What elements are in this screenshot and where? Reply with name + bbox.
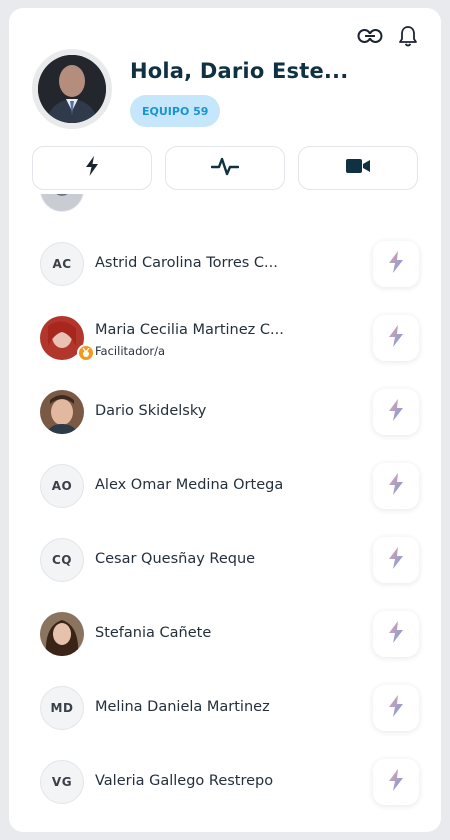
member-role: Facilitador/a [95,344,166,358]
bolt-action-button[interactable] [373,759,419,805]
avatar [40,390,84,434]
bolt-action-button[interactable] [373,241,419,287]
tab-bar [32,146,418,190]
avatar [40,194,84,212]
member-name: Astrid Carolina Torres C... [95,255,278,271]
team-badge: EQUIPO 59 [130,95,221,127]
bolt-action-button[interactable] [373,611,419,657]
bolt-action-button[interactable] [373,315,419,361]
top-actions [357,24,421,48]
bolt-action-button[interactable] [373,389,419,435]
member-name: Valeria Gallego Restrepo [95,773,274,789]
tab-video[interactable] [298,146,418,190]
list-item[interactable]: CQ Cesar Quesñay Reque [9,530,441,590]
bolt-icon [388,769,404,795]
avatar: CQ [40,538,84,582]
bolt-icon [85,156,99,180]
bolt-icon [388,547,404,573]
bolt-icon [388,325,404,351]
team-panel: Hola, Dario Este... EQUIPO 59 AC Astrid … [9,8,441,832]
profile-header: Hola, Dario Este... EQUIPO 59 [32,49,429,129]
member-list[interactable]: AC Astrid Carolina Torres C... Maria Cec… [9,194,441,832]
list-item[interactable]: AO Alex Omar Medina Ortega [9,456,441,516]
video-camera-icon [345,158,371,178]
tab-bolt[interactable] [32,146,152,190]
facilitator-medal-icon [77,344,95,362]
list-item[interactable]: AC Astrid Carolina Torres C... [9,234,441,294]
member-name: Maria Cecilia Martinez C... [95,322,284,338]
bolt-icon [388,251,404,277]
avatar: MD [40,686,84,730]
bolt-icon [388,399,404,425]
bolt-icon [388,473,404,499]
list-item[interactable]: MD Melina Daniela Martinez [9,678,441,738]
member-name: Alex Omar Medina Ortega [95,477,284,493]
bolt-action-button[interactable] [373,537,419,583]
bolt-action-button[interactable] [373,463,419,509]
list-item[interactable]: Maria Cecilia Martinez C... Facilitador/… [9,308,441,368]
list-item[interactable]: VG Valeria Gallego Restrepo [9,752,441,812]
bolt-icon [388,695,404,721]
member-name: Melina Daniela Martinez [95,699,270,715]
avatar: AC [40,242,84,286]
bolt-action-button[interactable] [373,685,419,731]
member-name: Stefania Cañete [95,625,212,641]
avatar[interactable] [32,49,112,129]
bell-icon[interactable] [395,24,421,48]
bolt-icon [388,621,404,647]
list-item[interactable]: Stefania Cañete [9,604,441,664]
greeting-title: Hola, Dario Este... [130,59,349,83]
avatar [40,612,84,656]
link-icon[interactable] [357,24,383,48]
list-item[interactable]: Dario Skidelsky [9,382,441,442]
member-name: Cesar Quesñay Reque [95,551,256,567]
activity-icon [210,156,240,180]
tab-activity[interactable] [165,146,285,190]
avatar: AO [40,464,84,508]
member-name: Dario Skidelsky [95,403,207,419]
avatar: VG [40,760,84,804]
